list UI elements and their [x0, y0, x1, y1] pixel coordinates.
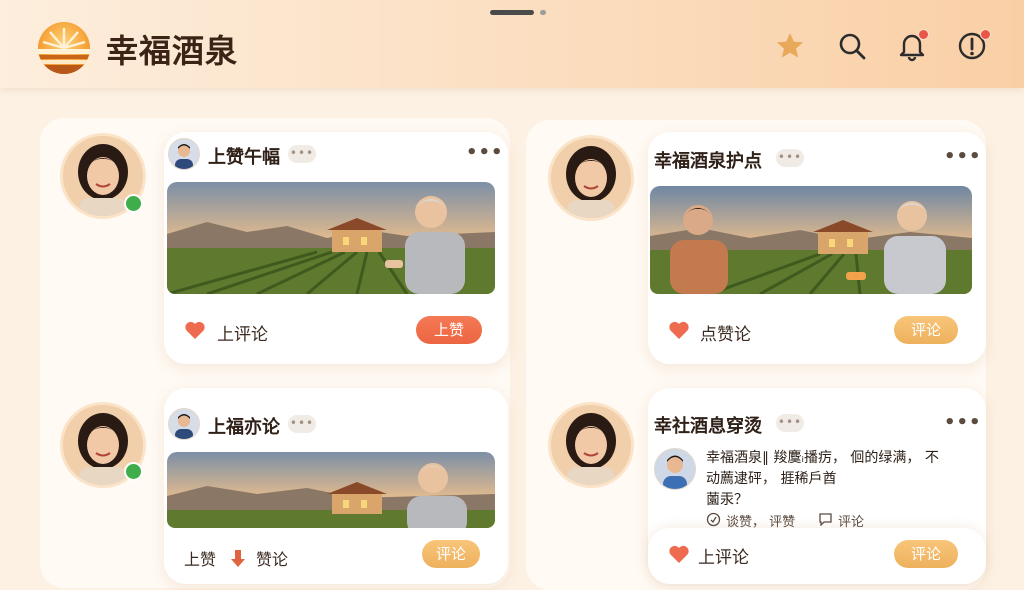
post-text-line: 薗汞？ — [706, 492, 748, 508]
hand-like-icon[interactable] — [228, 546, 248, 568]
comment-button[interactable]: 评论 — [894, 540, 958, 568]
like-comment-action[interactable]: 点赞论 — [700, 320, 751, 345]
username-dots: ••• — [776, 414, 804, 432]
post-photo[interactable] — [167, 182, 495, 294]
author-avatar[interactable] — [168, 138, 200, 170]
post-text-line: 幸福酒泉∥ 羧麌ᵢ播疠， 佪的绿满， 不 — [706, 450, 939, 466]
poster-avatar[interactable] — [548, 402, 634, 488]
comment-button[interactable]: 评论 — [422, 540, 480, 568]
author-avatar[interactable] — [168, 408, 200, 440]
username-dots: ••• — [288, 415, 316, 433]
like-action[interactable]: 上赞 — [184, 546, 216, 570]
post-photo[interactable] — [167, 452, 495, 528]
post-text: 幸福酒泉∥ 羧麌ᵢ播疠， 佪的绿满， 不 动薦逮砰， 捱稀戶酋 薗汞？ — [706, 448, 976, 511]
star-icon[interactable] — [774, 30, 806, 62]
post-card: 幸福酒泉护点 ••• ••• 点赞论 评论 — [648, 132, 986, 364]
post-text-line: 动薦逮砰， 捱稀戶酋 — [706, 471, 837, 487]
like-outline-icon[interactable] — [706, 512, 721, 527]
comment-action[interactable]: 赞论 — [256, 546, 288, 570]
search-icon[interactable] — [836, 30, 868, 62]
alert-badge — [980, 29, 991, 40]
post-photo[interactable] — [650, 186, 972, 294]
app-header: 幸福酒泉 — [0, 0, 1024, 88]
username-dots: ••• — [776, 149, 804, 167]
online-status-dot — [124, 194, 143, 213]
online-status-dot — [124, 462, 143, 481]
comment-outline-icon[interactable] — [818, 512, 833, 526]
window-grabber[interactable] — [490, 10, 534, 15]
comment-button[interactable]: 评论 — [894, 316, 958, 344]
post-card: 上赞午幅 ••• ••• 上评论 上赞 — [164, 132, 508, 364]
post-card: 上福亦论 ••• 上赞 赞论 评论 — [164, 388, 508, 584]
app-title: 幸福酒泉 — [106, 32, 239, 70]
like-button[interactable]: 上赞 — [416, 316, 482, 344]
post-username[interactable]: 上赞午幅 — [208, 143, 280, 169]
comment-action[interactable]: 上评论 — [698, 543, 749, 568]
more-options-icon[interactable]: ••• — [944, 146, 982, 167]
notification-badge — [918, 29, 929, 40]
more-options-icon[interactable]: ••• — [944, 412, 982, 433]
comment-action[interactable]: 上评论 — [217, 320, 268, 345]
window-grabber-dot — [540, 10, 546, 15]
sunrise-logo-icon — [38, 22, 90, 74]
username-dots: ••• — [288, 145, 316, 163]
poster-avatar[interactable] — [548, 135, 634, 221]
author-avatar[interactable] — [654, 448, 696, 490]
post-username[interactable]: 上福亦论 — [208, 413, 280, 439]
more-options-icon[interactable]: ••• — [466, 142, 504, 163]
heart-icon[interactable] — [668, 544, 690, 564]
post-username[interactable]: 幸福酒泉护点 — [654, 147, 762, 173]
post-username[interactable]: 幸社酒息穿烫 — [654, 412, 762, 438]
heart-icon[interactable] — [184, 320, 206, 340]
heart-icon[interactable] — [668, 320, 690, 340]
